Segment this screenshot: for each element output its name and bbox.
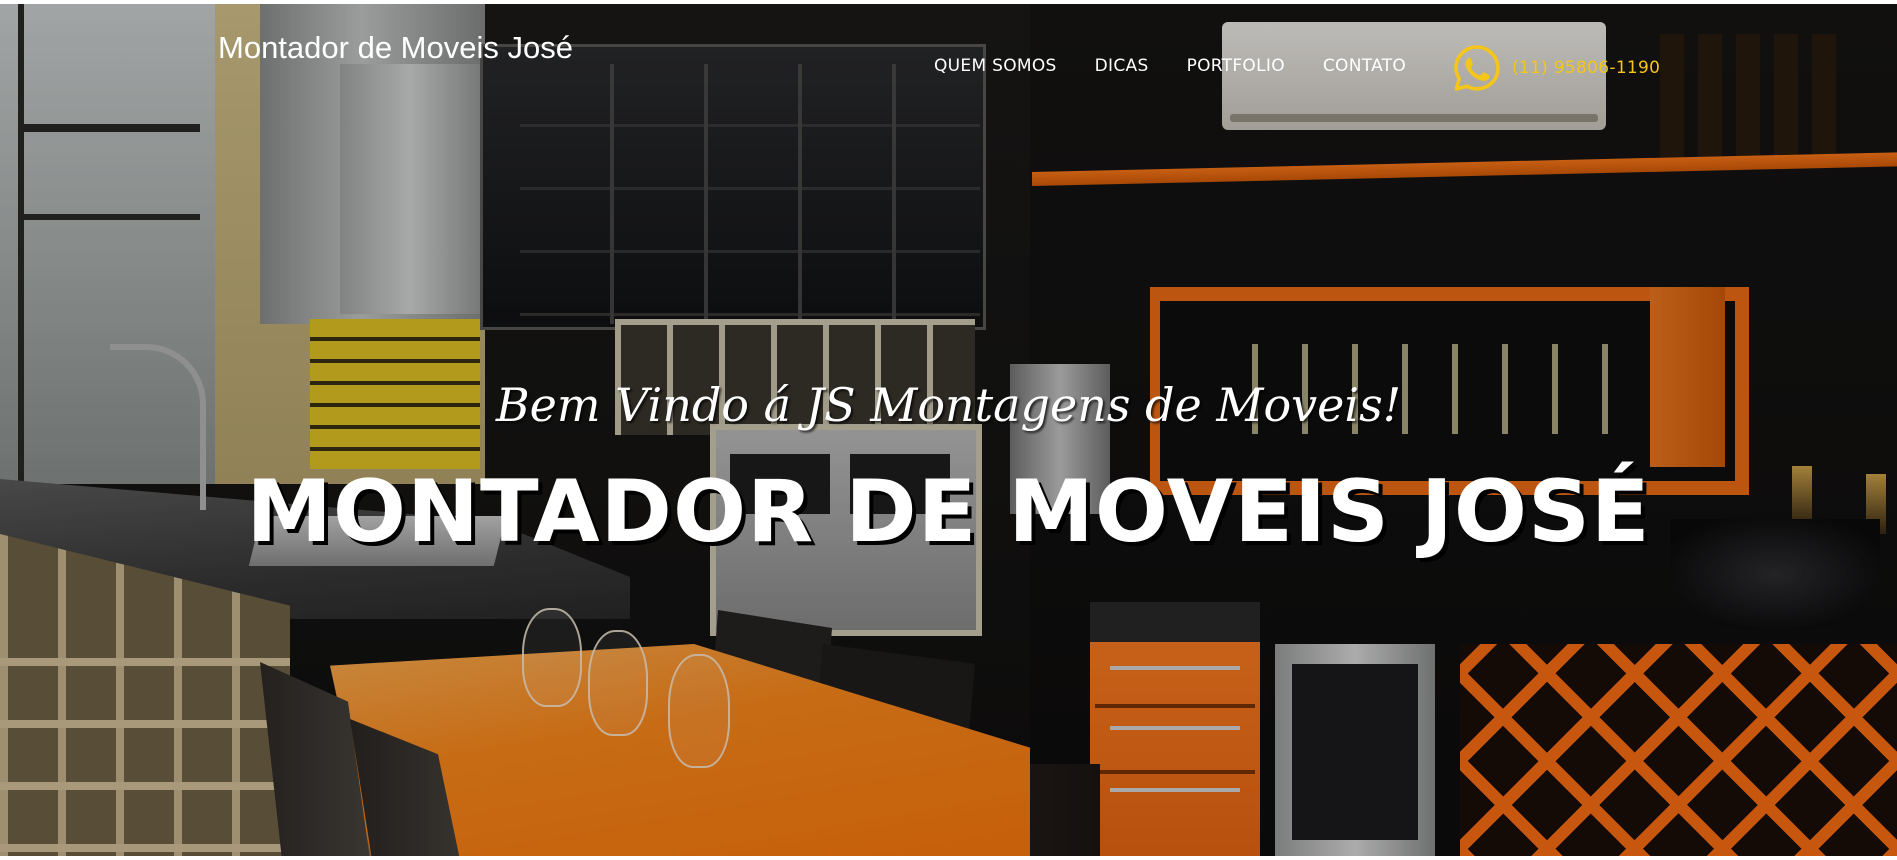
hero-welcome-text: Bem Vindo á JS Montagens de Moveis! <box>495 378 1402 432</box>
whatsapp-icon[interactable] <box>1453 44 1501 92</box>
main-nav: QUEM SOMOS DICAS PORTFOLIO CONTATO <box>934 56 1444 76</box>
phone-number[interactable]: (11) 95806-1190 <box>1512 58 1660 78</box>
hero-headline: MONTADOR DE MOVEIS JOSÉ <box>246 462 1651 562</box>
phone-contact[interactable]: (11) 95806-1190 <box>1453 44 1660 92</box>
page: Montador de Moveis José QUEM SOMOS DICAS… <box>0 0 1897 860</box>
nav-dicas[interactable]: DICAS <box>1095 56 1149 76</box>
nav-quem-somos[interactable]: QUEM SOMOS <box>934 56 1057 76</box>
site-brand-link[interactable]: Montador de Moveis José <box>218 30 573 66</box>
nav-contato[interactable]: CONTATO <box>1323 56 1406 76</box>
nav-portfolio[interactable]: PORTFOLIO <box>1187 56 1285 76</box>
